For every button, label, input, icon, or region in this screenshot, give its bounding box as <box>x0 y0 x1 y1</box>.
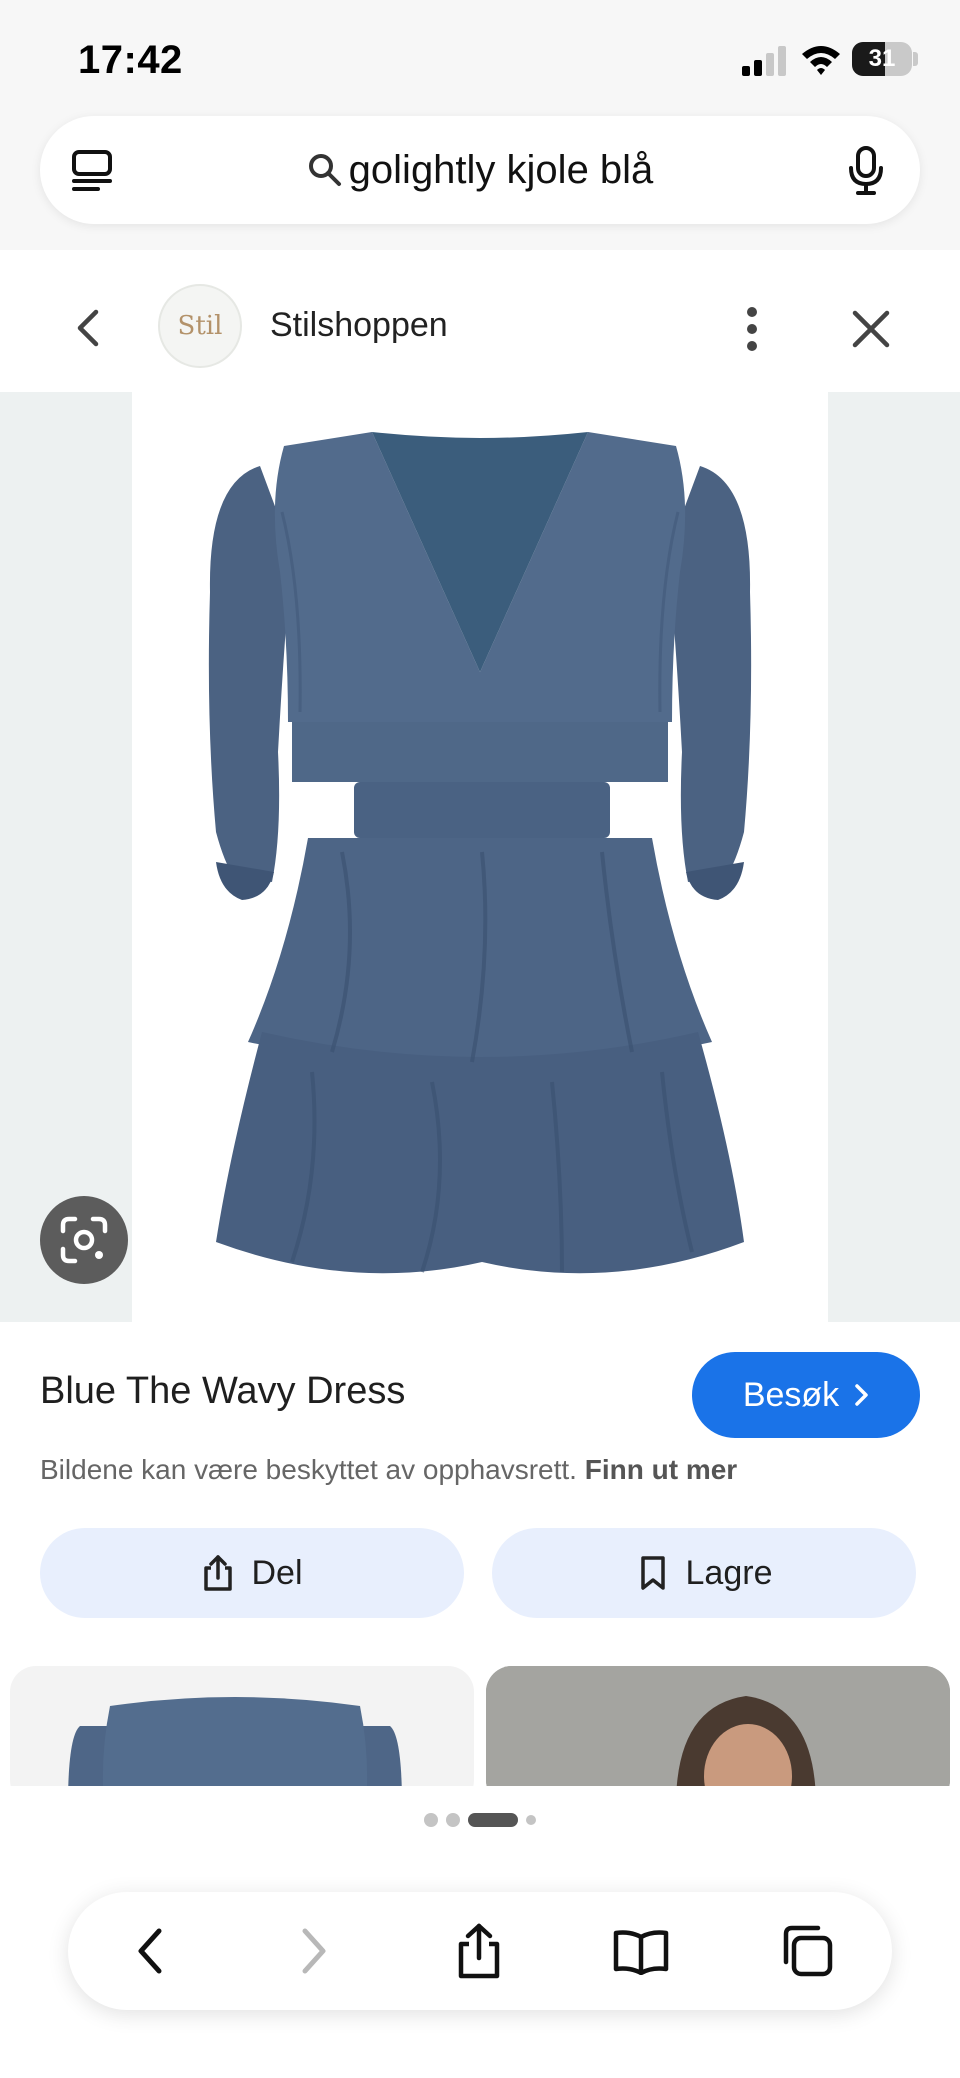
site-name[interactable]: Stilshoppen <box>270 306 448 345</box>
pager-dot[interactable] <box>424 1813 438 1827</box>
signal-icon <box>742 46 786 76</box>
lens-icon <box>60 1216 108 1264</box>
search-bar[interactable]: golightly kjole blå <box>40 116 920 224</box>
source-header: Stil Stilshoppen <box>0 268 960 388</box>
share-label: Del <box>251 1553 303 1592</box>
chevron-left-icon[interactable] <box>72 308 106 348</box>
copyright-notice: Bildene kan være beskyttet av opphavsret… <box>40 1454 737 1486</box>
bookmarks-button[interactable] <box>612 1922 670 1980</box>
search-query-text: golightly kjole blå <box>348 147 654 192</box>
save-label: Lagre <box>685 1553 773 1592</box>
mic-icon[interactable] <box>846 146 886 196</box>
learn-more-link[interactable]: Finn ut mer <box>585 1454 737 1485</box>
related-images <box>0 1666 960 1786</box>
related-dress-thumb <box>68 1697 402 1786</box>
visit-button-label: Besøk <box>742 1375 840 1414</box>
back-icon <box>138 1928 162 1974</box>
forward-button[interactable] <box>284 1922 342 1980</box>
pager-dot[interactable] <box>446 1813 460 1827</box>
battery-cap <box>913 52 918 66</box>
wifi-icon <box>802 46 840 75</box>
share-icon <box>458 1923 500 1979</box>
status-time: 17:42 <box>78 38 183 82</box>
battery-indicator: 31 <box>852 42 912 76</box>
search-icon <box>308 154 341 186</box>
related-image[interactable] <box>486 1666 950 1786</box>
search-area: golightly kjole blå <box>0 110 960 250</box>
save-button[interactable]: Lagre <box>492 1528 916 1618</box>
toolbar-share-button[interactable] <box>450 1922 508 1980</box>
forward-icon <box>302 1928 326 1974</box>
product-title: Blue The Wavy Dress <box>40 1370 406 1412</box>
visit-button[interactable]: Besøk <box>692 1352 920 1438</box>
browser-bottom-area <box>0 1840 960 2078</box>
copyright-text: Bildene kan være beskyttet av opphavsret… <box>40 1454 577 1485</box>
more-vert-icon[interactable] <box>740 304 764 354</box>
browser-toolbar <box>68 1892 892 2010</box>
back-button[interactable] <box>122 1922 180 1980</box>
related-model-thumb <box>486 1666 950 1786</box>
tabs-overview-icon <box>783 1925 833 1977</box>
pager-dot-active[interactable] <box>468 1813 518 1827</box>
share-button[interactable]: Del <box>40 1528 464 1618</box>
related-image[interactable] <box>10 1666 474 1786</box>
product-image-viewer[interactable] <box>0 392 960 1322</box>
site-logo-text: Stil <box>177 311 223 341</box>
site-logo[interactable]: Stil <box>158 284 242 368</box>
search-input[interactable]: golightly kjole blå <box>40 116 920 224</box>
lens-button[interactable] <box>40 1196 128 1284</box>
pager-dot[interactable] <box>526 1815 536 1825</box>
status-bar: 17:42 31 <box>0 0 960 110</box>
chevron-right-icon <box>855 1384 868 1406</box>
tabs-overview-button[interactable] <box>778 1922 836 1980</box>
close-icon[interactable] <box>850 308 892 350</box>
book-icon <box>613 1930 669 1975</box>
product-image <box>132 392 828 1322</box>
image-pager <box>0 1812 960 1828</box>
share-icon <box>204 1555 233 1591</box>
battery-level: 31 <box>868 45 896 72</box>
dress-illustration <box>208 432 752 1274</box>
bookmark-icon <box>640 1556 665 1590</box>
